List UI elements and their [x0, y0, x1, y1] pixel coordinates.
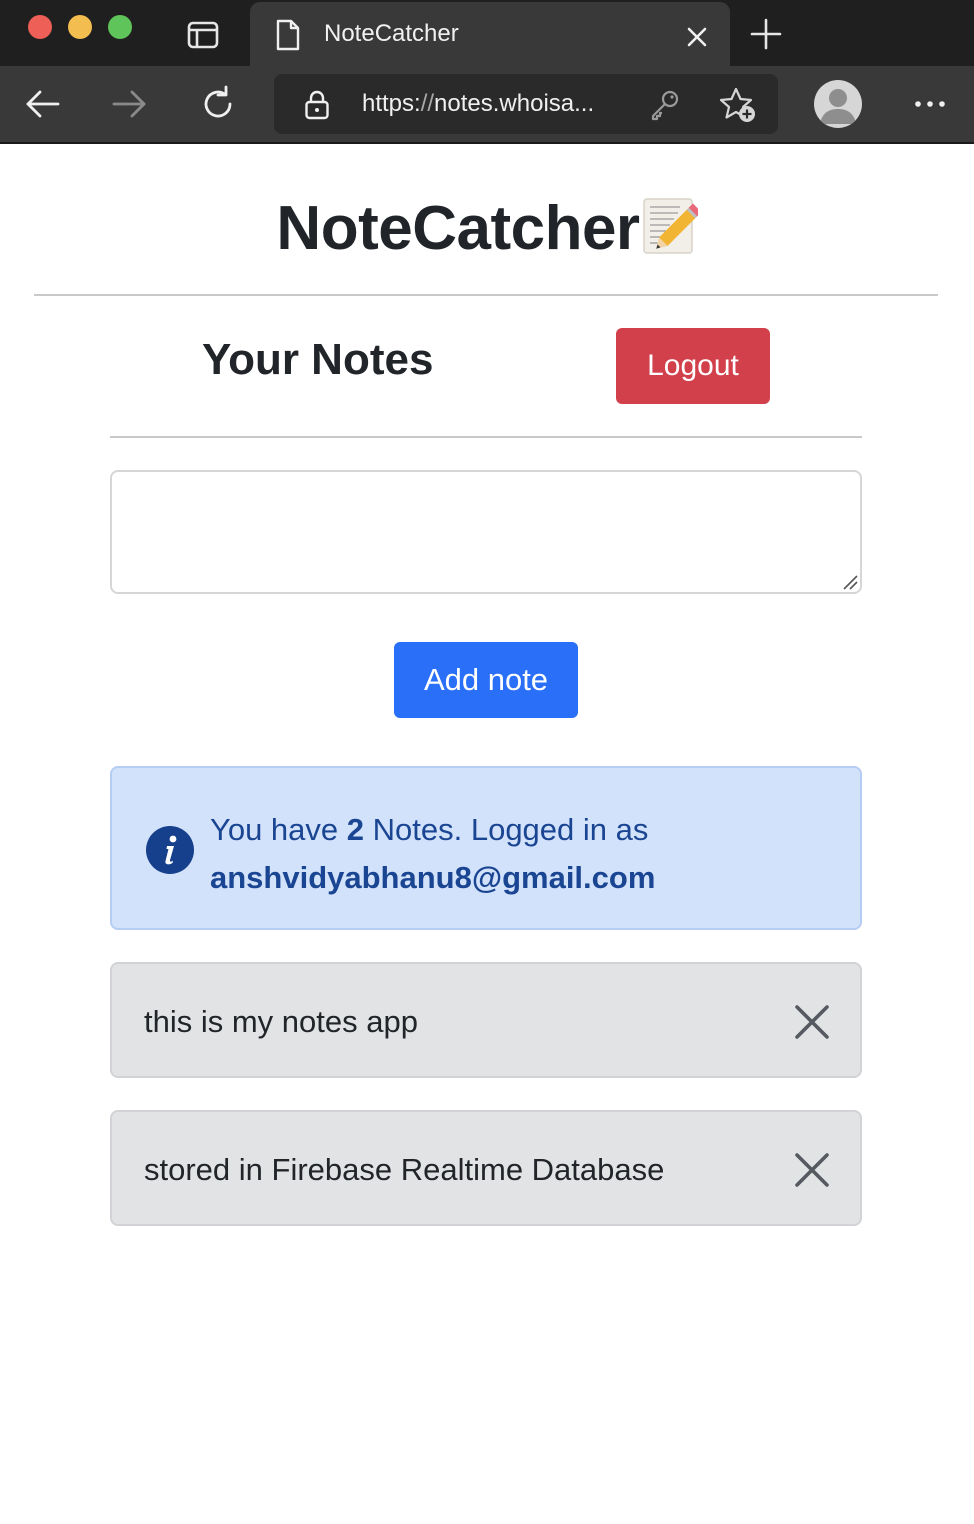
info-icon [146, 826, 194, 874]
url-separator: // [420, 90, 435, 117]
tab-title: NoteCatcher [324, 20, 459, 47]
delete-note-icon[interactable] [792, 1150, 832, 1190]
browser-toolbar: https://notes.whoisa... [0, 66, 974, 142]
page-icon [276, 19, 300, 51]
memo-icon [642, 198, 698, 254]
resize-grip-icon[interactable] [840, 574, 858, 590]
user-email: anshvidyabhanu8@gmail.com [210, 860, 656, 895]
active-tab[interactable]: NoteCatcher [250, 2, 730, 66]
close-window-button[interactable] [28, 15, 52, 39]
note-count: 2 [346, 812, 365, 847]
more-options-icon[interactable] [910, 92, 950, 116]
reload-icon[interactable] [198, 84, 238, 124]
add-note-button[interactable]: Add note [394, 642, 578, 718]
close-tab-icon[interactable] [682, 22, 712, 52]
logout-button[interactable]: Logout [616, 328, 770, 404]
info-text: You have 2 Notes. Logged in as anshvidyab… [210, 806, 830, 902]
section-divider [110, 436, 862, 438]
note-text: this is my notes app [144, 1004, 418, 1039]
back-arrow-icon[interactable] [22, 84, 62, 124]
url-host: notes.whoisa... [434, 90, 595, 117]
tab-actions-icon[interactable] [186, 20, 220, 50]
url-scheme: https: [362, 90, 421, 117]
minimize-window-button[interactable] [68, 15, 92, 39]
toolbar-divider [0, 142, 974, 144]
list-item: stored in Firebase Realtime Database [110, 1110, 862, 1226]
key-icon[interactable] [648, 88, 682, 122]
info-prefix: You have [210, 812, 347, 847]
app-title: NoteCatcher [0, 192, 974, 266]
list-item: this is my notes app [110, 962, 862, 1078]
browser-tab-bar: NoteCatcher [0, 0, 974, 66]
url-text[interactable]: https://notes.whoisa... [362, 89, 594, 119]
delete-note-icon[interactable] [792, 1002, 832, 1042]
address-bar[interactable]: https://notes.whoisa... [274, 74, 778, 134]
note-input[interactable] [110, 470, 862, 594]
maximize-window-button[interactable] [108, 15, 132, 39]
info-middle: Notes. Logged in as [364, 812, 649, 847]
forward-arrow-icon[interactable] [110, 84, 150, 124]
user-icon [820, 89, 856, 124]
profile-avatar[interactable] [814, 80, 862, 128]
app-title-text: NoteCatcher [276, 194, 640, 263]
info-alert: You have 2 Notes. Logged in as anshvidyab… [110, 766, 862, 930]
add-favorite-icon[interactable] [718, 86, 758, 124]
notes-heading: Your Notes [202, 335, 434, 384]
note-text: stored in Firebase Realtime Database [144, 1152, 665, 1187]
new-tab-icon[interactable] [746, 16, 786, 52]
lock-icon[interactable] [304, 90, 330, 120]
title-divider [34, 294, 938, 296]
